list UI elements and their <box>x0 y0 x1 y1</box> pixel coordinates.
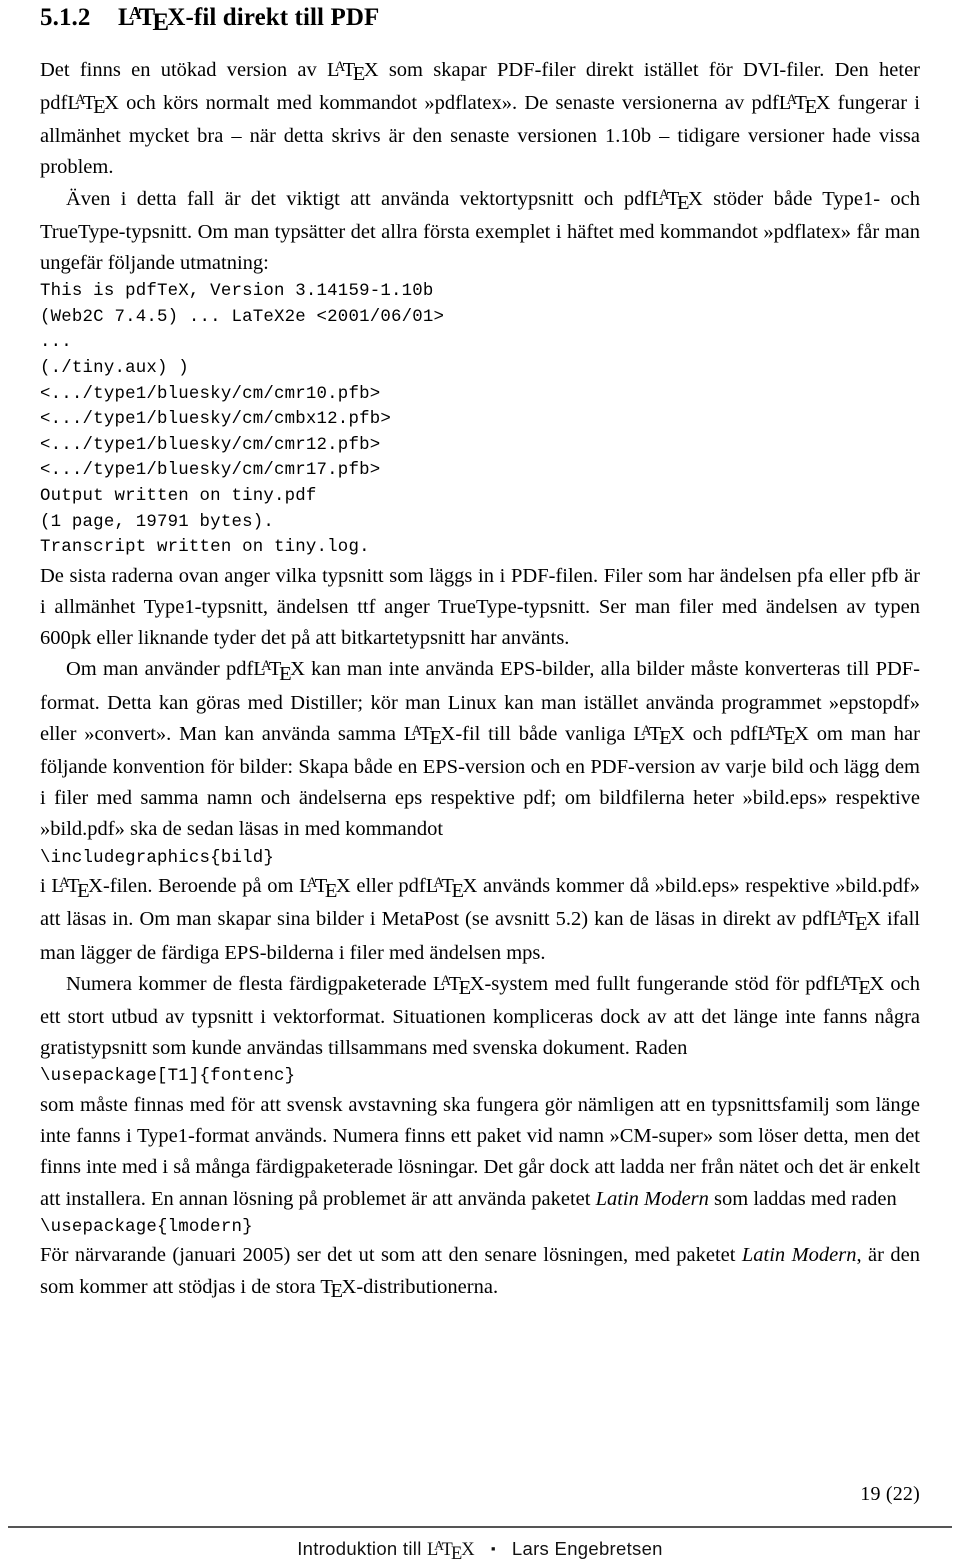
latex-logo: LATEX <box>432 972 485 1000</box>
p1-text-c: och körs normalt med kommandot »pdflatex… <box>118 91 779 114</box>
paragraph-vector-fonts: Även i detta fall är det viktigt att anv… <box>40 184 920 280</box>
p4-text-d: och pdf <box>684 722 758 745</box>
section-title-text: -fil direkt till PDF <box>185 4 380 31</box>
page-number: 19 (22) <box>860 1483 920 1505</box>
paragraph-current-status: För närvarande (januari 2005) ser det ut… <box>40 1240 920 1302</box>
p4-text-c: -fil till både vanliga <box>455 722 634 745</box>
footer-divider <box>8 1526 952 1528</box>
paragraph-intro: Det finns en utökad version av LATEX som… <box>40 55 920 184</box>
paragraph-cm-super: som måste finnas med för att svensk avst… <box>40 1090 920 1215</box>
code-block-output-log: This is pdfTeX, Version 3.14159-1.10b (W… <box>40 282 445 558</box>
p5-text-b: -filen. Beroende på om <box>102 875 300 898</box>
latex-logo: LATEX <box>651 187 703 214</box>
latex-logo: LATEX <box>299 874 351 902</box>
footer-author: Lars Engebretsen <box>511 1538 663 1559</box>
latex-logo: LATEX <box>757 722 809 750</box>
page-title: 5.1.2 LATEX-fil direkt till PDF <box>40 2 920 37</box>
latex-logo: LATEX <box>778 91 831 119</box>
package-name-latin-modern: Latin Modern <box>595 1187 709 1210</box>
latex-logo: LATEX <box>427 1537 475 1565</box>
footer-text: Introduktion till LATEX ▪ Lars Engebretsen <box>0 1537 960 1565</box>
latex-logo: LATEX <box>403 722 456 750</box>
paragraph-eps-images: Om man använder pdfLATEX kan man inte an… <box>40 654 920 845</box>
footer-title-prefix: Introduktion till <box>297 1538 428 1559</box>
footer-separator-bullet: ▪ <box>490 1540 496 1556</box>
paragraph-font-extensions: De sista raderna ovan anger vilka typsni… <box>40 564 920 650</box>
p6-text-a: Numera kommer de flesta färdigpaketerade <box>66 972 433 995</box>
latex-logo: LATEX <box>425 874 478 902</box>
p5-text-c: eller pdf <box>350 875 426 898</box>
p8-text-a: För närvarande (januari 2005) ser det ut… <box>40 1244 742 1267</box>
p4-text-a: Om man använder pdf <box>66 658 254 681</box>
p2-text-a: Även i detta fall är det viktigt att anv… <box>66 187 652 210</box>
paragraph-includegraphics-explain: i LATEX-filen. Beroende på om LATEX elle… <box>40 871 920 969</box>
p5-text-a: i <box>40 875 52 898</box>
latex-logo: LATEX <box>326 58 379 86</box>
latex-logo: LATEX <box>67 91 119 119</box>
latex-logo: LATEX <box>829 908 881 935</box>
section-number: 5.1.2 <box>40 4 91 31</box>
page-content: 5.1.2 LATEX-fil direkt till PDF Det finns… <box>40 2 920 1303</box>
paragraph-packaged-systems: Numera kommer de flesta färdigpaketerade… <box>40 969 920 1065</box>
latex-logo: LATEX <box>253 658 305 685</box>
p6-text-b: -system med fullt fungerande stöd för pd… <box>484 972 833 995</box>
package-name-latin-modern: Latin Modern <box>741 1244 857 1267</box>
latex-logo: LATEX <box>633 722 685 750</box>
code-block-lmodern: \usepackage{lmodern} <box>40 1217 253 1237</box>
p7-text-b: som laddas med raden <box>708 1187 897 1210</box>
code-block-includegraphics: \includegraphics{bild} <box>40 848 274 868</box>
latex-logo: LATEX <box>51 874 103 902</box>
latex-logo: LATEX <box>832 972 885 1000</box>
latex-logo: LATEX <box>118 2 186 37</box>
p8-text-c: -distributionerna. <box>356 1275 499 1298</box>
code-block-fontenc: \usepackage[T1]{fontenc} <box>40 1067 296 1087</box>
document-page: 5.1.2 LATEX-fil direkt till PDF Det finns… <box>0 0 960 1567</box>
tex-logo: TEX <box>320 1275 357 1302</box>
p1-text-a: Det finns en utökad version av <box>40 58 327 81</box>
